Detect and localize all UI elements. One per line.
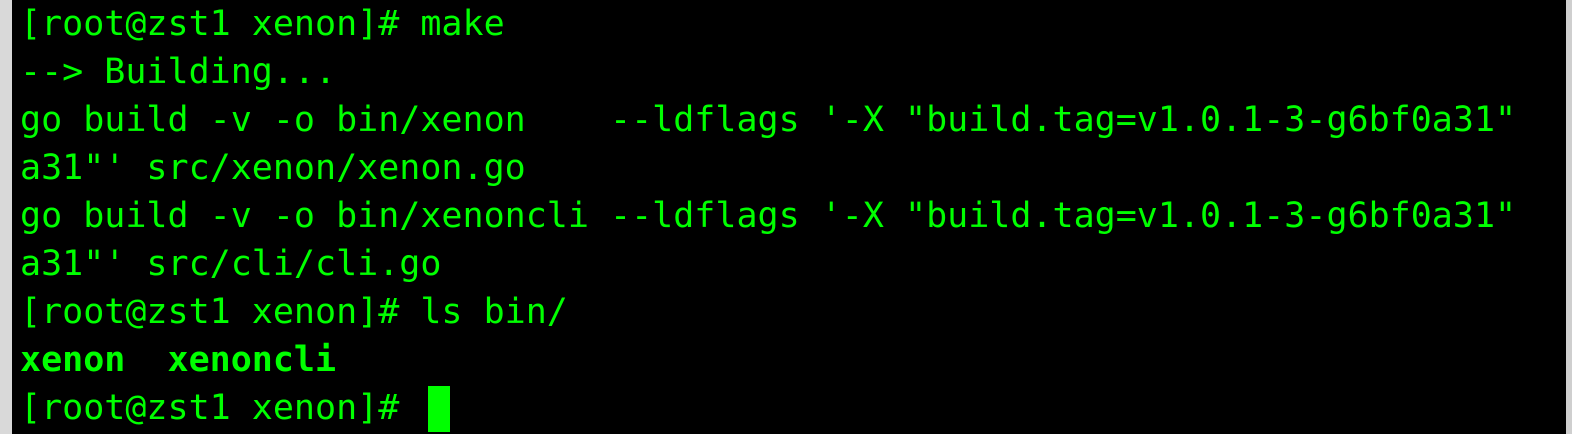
text-cursor xyxy=(428,386,451,432)
output-line-build-xenon: go build -v -o bin/xenon --ldflags '-X "… xyxy=(20,100,1517,140)
output-line-ls-result: xenon xenoncli xyxy=(20,340,337,380)
output-line-building: --> Building... xyxy=(20,52,337,92)
current-prompt: [root@zst1 xenon]# xyxy=(20,388,421,428)
output-line-build-xenoncli-wrap: a31"' src/cli/cli.go xyxy=(20,244,442,284)
output-line-build-xenon-wrap: a31"' src/xenon/xenon.go xyxy=(20,148,526,188)
prompt-line-make: [root@zst1 xenon]# make xyxy=(20,4,505,44)
output-line-build-xenoncli: go build -v -o bin/xenoncli --ldflags '-… xyxy=(20,196,1517,236)
terminal-window[interactable]: [root@zst1 xenon]# make --> Building... … xyxy=(0,0,1572,434)
window-left-border xyxy=(0,0,12,434)
prompt-line-ls: [root@zst1 xenon]# ls bin/ xyxy=(20,292,568,332)
terminal-output[interactable]: [root@zst1 xenon]# make --> Building... … xyxy=(20,0,1572,434)
current-prompt-line[interactable]: [root@zst1 xenon]# xyxy=(20,384,451,432)
